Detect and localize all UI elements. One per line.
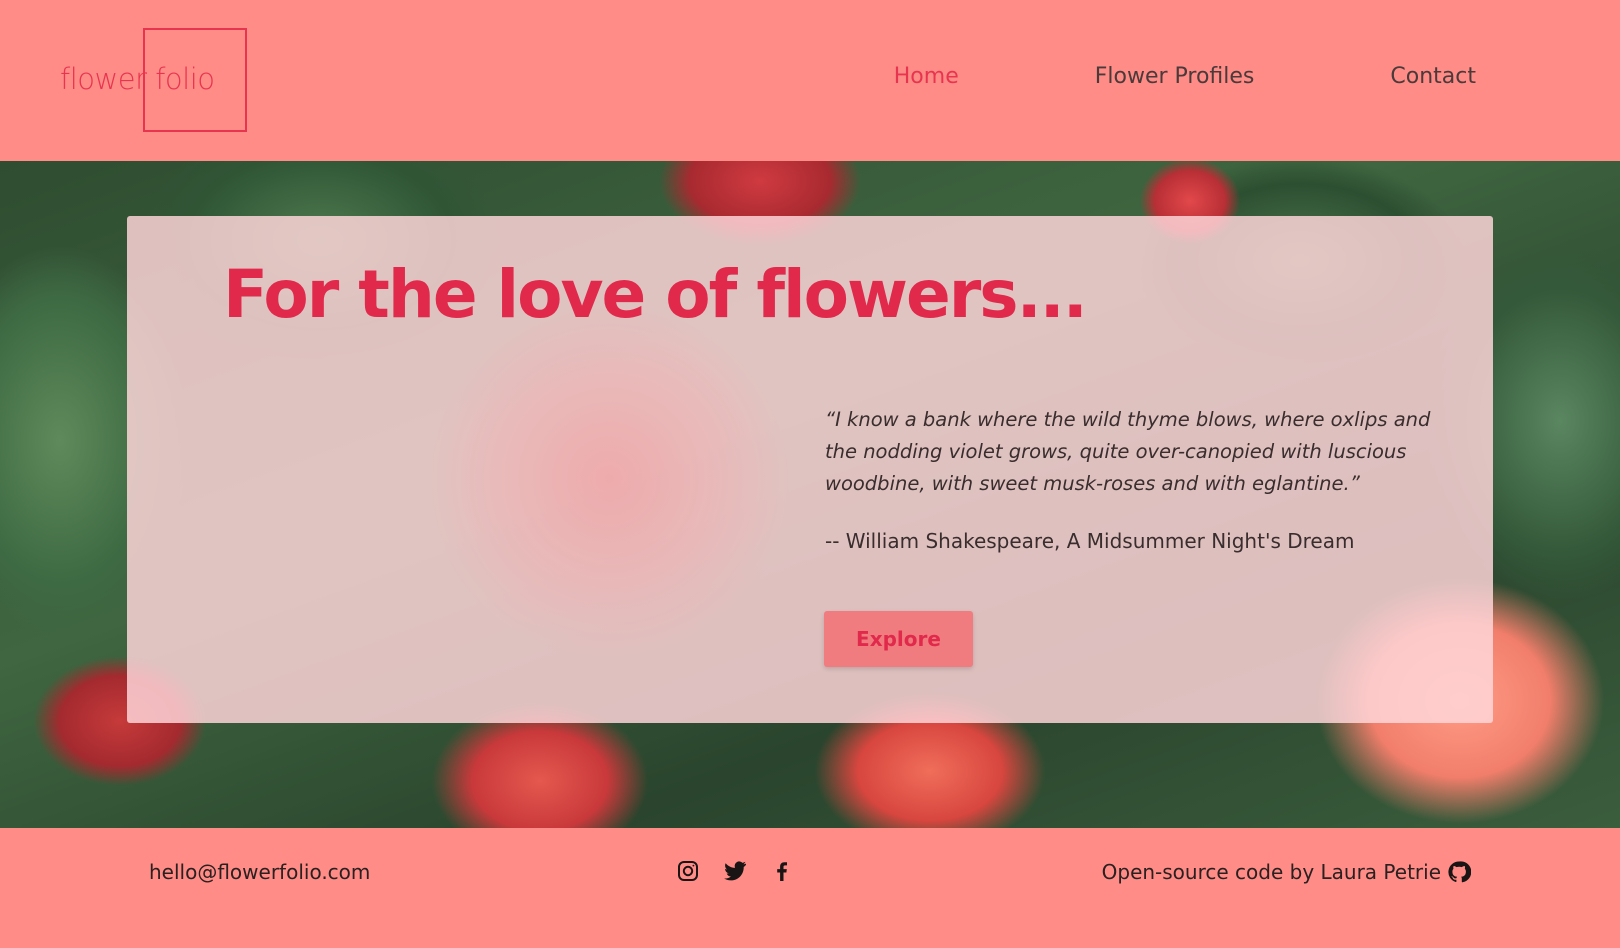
hero-quote: “I know a bank where the wild thyme blow… [825, 408, 1431, 495]
github-icon[interactable] [1447, 860, 1472, 884]
facebook-icon[interactable] [770, 859, 794, 883]
site-logo[interactable]: flower folio [58, 26, 250, 134]
hero-section: For the love of flowers... “I know a ban… [0, 161, 1620, 828]
site-footer: hello@flowerfolio.com Open-source code b… [0, 828, 1620, 948]
hero-title: For the love of flowers... [223, 256, 1088, 333]
nav-link-contact[interactable]: Contact [1390, 64, 1476, 89]
instagram-icon[interactable] [676, 859, 700, 883]
logo-text: flower folio [60, 62, 215, 96]
quote-attribution: -- William Shakespeare, A Midsummer Nigh… [825, 529, 1355, 553]
hero-rose-image [429, 306, 789, 666]
nav-link-home[interactable]: Home [894, 64, 959, 89]
footer-credit: Open-source code by Laura Petrie [1102, 860, 1472, 884]
nav-link-flower-profiles[interactable]: Flower Profiles [1095, 64, 1255, 89]
social-links [676, 859, 794, 883]
twitter-icon[interactable] [723, 859, 747, 883]
hero-card: For the love of flowers... “I know a ban… [127, 216, 1493, 723]
credit-text[interactable]: Open-source code by Laura Petrie [1102, 860, 1441, 884]
explore-button[interactable]: Explore [824, 611, 973, 667]
footer-email-link[interactable]: hello@flowerfolio.com [149, 860, 370, 884]
main-nav: Home Flower Profiles Contact [894, 64, 1476, 89]
site-header: flower folio Home Flower Profiles Contac… [0, 0, 1620, 161]
